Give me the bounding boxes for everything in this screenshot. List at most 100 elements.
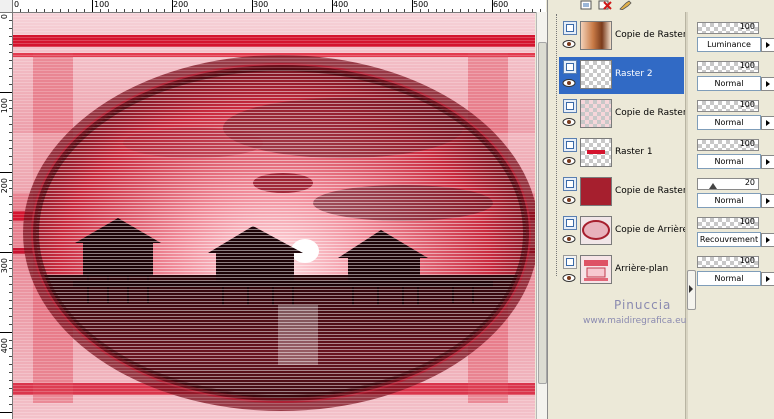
ruler-minor-tick: [468, 9, 469, 12]
visibility-eye-icon[interactable]: [562, 156, 576, 166]
blend-mode-select[interactable]: Recouvrement: [697, 232, 761, 247]
blend-mode-select[interactable]: Normal: [697, 76, 761, 91]
ruler-label: 300: [0, 258, 9, 274]
blend-mode-select[interactable]: Normal: [697, 271, 761, 286]
layer-type-icon: [563, 99, 577, 113]
ruler-minor-tick: [404, 9, 405, 12]
ruler-minor-tick: [9, 348, 12, 349]
ruler-minor-tick: [60, 9, 61, 12]
ruler-major-tick: [252, 0, 253, 12]
ruler-minor-tick: [340, 9, 341, 12]
ruler-minor-tick: [228, 9, 229, 12]
layer-properties-button[interactable]: [761, 233, 774, 247]
blend-mode-select[interactable]: Normal: [697, 193, 761, 208]
layer-properties-button[interactable]: [761, 116, 774, 130]
ruler-minor-tick: [76, 9, 77, 12]
ruler-minor-tick: [220, 9, 221, 12]
opacity-slider[interactable]: 100: [697, 61, 759, 74]
opacity-slider-handle[interactable]: [709, 183, 717, 189]
layer-row[interactable]: Arrière-plan: [559, 252, 684, 289]
image-canvas[interactable]: [13, 13, 535, 419]
layer-thumbnail: [580, 21, 612, 50]
ruler-minor-tick: [364, 9, 365, 12]
ruler-minor-tick: [9, 316, 12, 317]
layer-properties-button[interactable]: [761, 272, 774, 286]
visibility-eye-icon[interactable]: [562, 117, 576, 127]
layer-row-selected[interactable]: Raster 2: [559, 57, 684, 94]
ruler-minor-tick: [9, 100, 12, 101]
ruler-minor-tick: [9, 108, 12, 109]
layers-palette: Copie de Raster Raster 2 Copie de Raster…: [547, 0, 774, 419]
scrollbar-thumb[interactable]: [538, 42, 547, 384]
layer-name: Copie de Raster: [615, 30, 687, 40]
blend-mode-select[interactable]: Luminance: [697, 37, 761, 52]
delete-layer-icon[interactable]: [598, 0, 612, 10]
ruler-minor-tick: [476, 9, 477, 12]
ruler-major-tick: [0, 332, 12, 333]
ruler-minor-tick: [9, 196, 12, 197]
ruler-minor-tick: [156, 9, 157, 12]
ruler-minor-tick: [444, 9, 445, 12]
ruler-minor-tick: [9, 340, 12, 341]
horizontal-ruler: 0 100 200 300 400 500 600: [0, 0, 546, 13]
ruler-minor-tick: [372, 9, 373, 12]
opacity-slider[interactable]: 100: [697, 217, 759, 230]
opacity-slider[interactable]: 100: [697, 139, 759, 152]
ruler-minor-tick: [9, 356, 12, 357]
layer-properties-button[interactable]: [761, 194, 774, 208]
edit-brush-icon[interactable]: [618, 0, 632, 10]
ruler-minor-tick: [516, 9, 517, 12]
ruler-minor-tick: [164, 9, 165, 12]
visibility-eye-icon[interactable]: [562, 195, 576, 205]
ruler-minor-tick: [9, 324, 12, 325]
visibility-eye-icon[interactable]: [562, 39, 576, 49]
opacity-slider[interactable]: 100: [697, 256, 759, 269]
visibility-eye-icon[interactable]: [562, 273, 576, 283]
ruler-minor-tick: [348, 9, 349, 12]
layer-thumbnail: [580, 138, 612, 167]
opacity-value: 100: [739, 22, 755, 31]
layer-name: Arrière-plan: [615, 264, 669, 274]
blend-mode-select[interactable]: Normal: [697, 115, 761, 130]
layer-properties-button[interactable]: [761, 77, 774, 91]
blend-mode-select[interactable]: Normal: [697, 154, 761, 169]
ruler-minor-tick: [316, 9, 317, 12]
ruler-minor-tick: [9, 76, 12, 77]
visibility-eye-icon[interactable]: [562, 234, 576, 244]
ruler-minor-tick: [452, 9, 453, 12]
opacity-slider[interactable]: 20: [697, 178, 759, 191]
ruler-label: 100: [94, 0, 110, 9]
layer-new-icon[interactable]: [580, 0, 594, 10]
ruler-minor-tick: [284, 9, 285, 12]
ruler-major-tick: [412, 0, 413, 12]
layer-row[interactable]: Raster 1: [559, 135, 684, 172]
opacity-slider[interactable]: 100: [697, 100, 759, 113]
ruler-minor-tick: [52, 9, 53, 12]
ruler-minor-tick: [324, 9, 325, 12]
ruler-label: 600: [493, 0, 509, 9]
ruler-minor-tick: [9, 380, 12, 381]
layer-row[interactable]: Copie de Raster: [559, 18, 687, 55]
ruler-minor-tick: [9, 164, 12, 165]
layer-thumbnail: [580, 99, 612, 128]
ruler-label: 0: [0, 14, 9, 20]
layer-row[interactable]: Copie de Arrière: [559, 213, 688, 250]
watermark-url: www.maidiregrafica.eu: [583, 316, 687, 326]
ruler-minor-tick: [9, 44, 12, 45]
layer-properties-button[interactable]: [761, 155, 774, 169]
layer-row[interactable]: Copie de Raster: [559, 174, 687, 211]
canvas-vertical-scrollbar[interactable]: [536, 12, 547, 419]
palette-expand-button[interactable]: [687, 270, 696, 310]
ruler-corner[interactable]: [0, 0, 13, 13]
visibility-eye-icon[interactable]: [562, 78, 576, 88]
ruler-label: 300: [253, 0, 269, 9]
ruler-minor-tick: [124, 9, 125, 12]
layer-tree-line: [556, 14, 558, 276]
ruler-major-tick: [0, 412, 12, 413]
opacity-slider[interactable]: 100: [697, 22, 759, 35]
ruler-minor-tick: [428, 9, 429, 12]
ruler-minor-tick: [100, 9, 101, 12]
layer-row[interactable]: Copie de Raster: [559, 96, 687, 133]
ruler-minor-tick: [9, 148, 12, 149]
layer-properties-button[interactable]: [761, 38, 774, 52]
